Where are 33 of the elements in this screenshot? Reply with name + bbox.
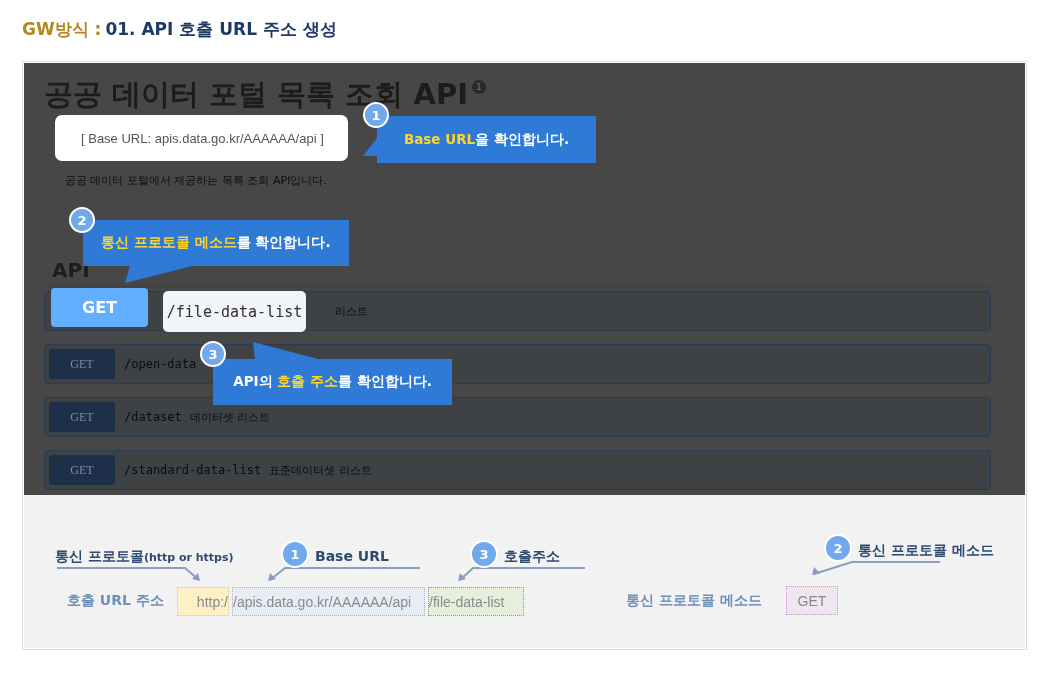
url-segment: /apis.data.go.kr/AAAAAA/api xyxy=(232,587,425,616)
method-badge[interactable]: GET xyxy=(49,349,115,379)
method-value: GET xyxy=(786,586,838,615)
annotation-label: 호출주소 xyxy=(504,547,560,565)
method-label: 통신 프로토콜 메소드 xyxy=(626,592,762,610)
method-badge[interactable]: GET xyxy=(49,455,115,485)
callout-text: 통신 프로토콜 메소드를 확인합니다. xyxy=(101,234,331,252)
number-badge: 1 xyxy=(363,102,389,128)
url-segment: http:/ xyxy=(177,587,229,616)
endpoint-path-highlight: /file-data-list xyxy=(163,291,306,332)
endpoint-path: /standard-data-list xyxy=(124,463,262,477)
base-url-box: [ Base URL: apis.data.go.kr/AAAAAA/api ] xyxy=(55,115,348,161)
page-heading: 01. API 호출 URL 주소 생성 xyxy=(105,18,337,41)
endpoint-path: /open-data xyxy=(124,357,197,371)
number-badge: 3 xyxy=(200,341,226,367)
annotation-label: 통신 프로토콜(http or https) xyxy=(55,547,234,566)
url-label: 호출 URL 주소 xyxy=(67,592,164,610)
get-method-badge[interactable]: GET xyxy=(51,288,148,327)
version-badge: 1 xyxy=(472,80,486,94)
endpoint-path: /dataset xyxy=(124,410,182,424)
heading-prefix: GW방식 : xyxy=(22,18,102,41)
method-badge[interactable]: GET xyxy=(49,402,115,432)
annotation-label: 통신 프로토콜 메소드 xyxy=(858,541,994,559)
endpoint-row[interactable]: GET /standard-data-list 표준데이터셋 리스트 xyxy=(44,450,991,490)
annotation-label: Base URL xyxy=(315,547,389,565)
number-badge: 2 xyxy=(69,207,95,233)
endpoint-summary: 리스트 xyxy=(335,303,368,319)
endpoint-summary: 표준데이터셋 리스트 xyxy=(269,462,372,478)
number-badge: 3 xyxy=(470,540,498,568)
callout-text: Base URL을 확인합니다. xyxy=(403,130,570,149)
url-segment: /file-data-list xyxy=(428,587,524,616)
number-badge: 2 xyxy=(824,534,852,562)
number-badge: 1 xyxy=(281,540,309,568)
